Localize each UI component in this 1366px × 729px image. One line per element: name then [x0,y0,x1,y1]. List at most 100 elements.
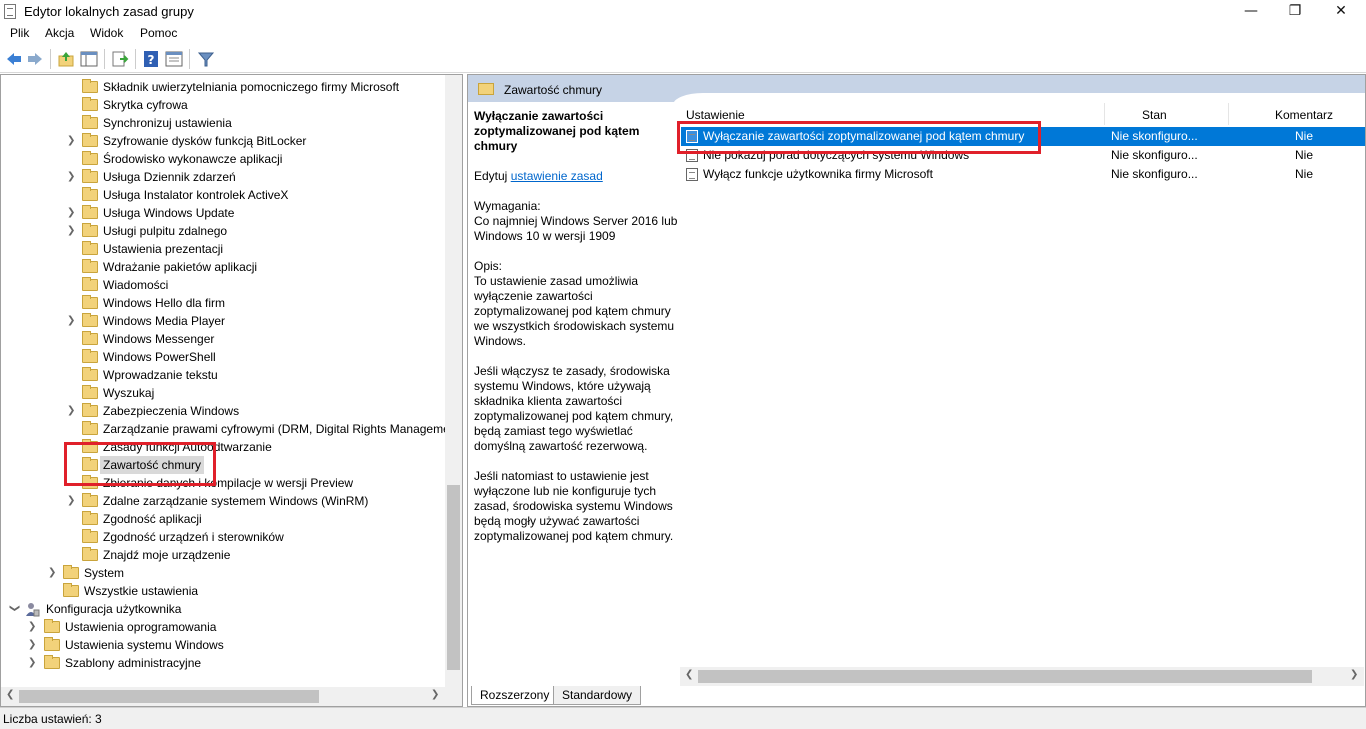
chevron-right-icon[interactable]: ❯ [28,636,38,654]
tree-item-label: Ustawienia prezentacji [103,242,224,256]
properties-icon[interactable] [165,50,183,68]
chevron-right-icon[interactable]: ❯ [67,402,77,420]
policy-setting-icon [686,168,698,181]
list-horizontal-scrollbar[interactable]: ❮ ❯ [680,667,1364,686]
chevron-right-icon[interactable]: ❯ [67,492,77,510]
menu-pomoc[interactable]: Pomoc [138,26,179,40]
restore-button[interactable]: ❐ [1272,0,1318,24]
tree-item-label: Windows PowerShell [103,350,216,364]
tree-item-label: Usługa Dziennik zdarzeń [103,170,236,184]
tree-item-label: Składnik uwierzytelniania pomocniczego f… [103,80,400,94]
forward-icon[interactable] [26,50,44,68]
chevron-right-icon[interactable]: ❯ [67,132,77,150]
toolbar-separator [50,49,51,69]
tab-extended[interactable]: Rozszerzony [471,686,559,705]
back-icon[interactable] [5,50,23,68]
chevron-right-icon[interactable]: ❯ [28,654,38,672]
tree-item-label: Zdalne zarządzanie systemem Windows (Win… [103,494,369,508]
up-folder-icon[interactable] [57,50,75,68]
edit-policy-link[interactable]: ustawienie zasad [511,169,603,183]
folder-icon [82,259,98,273]
column-divider[interactable] [1104,103,1105,125]
menu-bar: Plik Akcja Widok Pomoc [0,24,1366,44]
tree-item-label: Znajdź moje urządzenie [103,548,231,562]
scroll-left-icon[interactable]: ❮ [6,689,14,700]
folder-icon [82,385,98,399]
tree-item-label: Usługa Windows Update [103,206,235,220]
chevron-right-icon[interactable]: ❯ [67,312,77,330]
tree-item-label: Konfiguracja użytkownika [46,602,182,616]
export-list-icon[interactable] [111,50,129,68]
folder-icon [82,493,98,507]
list-row[interactable]: Wyłącz funkcje użytkownika firmy Microso… [681,165,1365,184]
minimize-button[interactable]: — [1228,0,1274,24]
scrollbar-thumb[interactable] [447,485,460,670]
folder-icon [82,331,98,345]
setting-comment: Nie [1295,129,1314,143]
scroll-right-icon[interactable]: ❯ [431,689,439,700]
chevron-right-icon[interactable]: ❯ [67,222,77,240]
console-tree[interactable]: Składnik uwierzytelniania pomocniczego f… [0,74,463,707]
chevron-right-icon[interactable]: ❯ [67,204,77,222]
view-tabs: Rozszerzony Standardowy [467,686,1366,706]
setting-state: Nie skonfiguro... [1111,129,1198,143]
tab-standard[interactable]: Standardowy [553,686,642,705]
column-comment[interactable]: Komentarz [1275,108,1333,122]
tree-item-label: Windows Media Player [103,314,226,328]
tree-item-label: Środowisko wykonawcze aplikacji [103,152,283,166]
requirements-text: Co najmniej Windows Server 2016 lub Wind… [474,214,678,243]
chevron-down-icon[interactable]: ❯ [5,604,23,614]
menu-akcja[interactable]: Akcja [43,26,76,40]
app-icon [4,4,16,19]
chevron-right-icon[interactable]: ❯ [67,168,77,186]
tree-item-label: Synchronizuj ustawienia [103,116,232,130]
chevron-right-icon[interactable]: ❯ [48,564,58,582]
setting-state: Nie skonfiguro... [1111,148,1198,162]
tree-horizontal-scrollbar[interactable]: ❮ ❯ [1,687,462,706]
close-button[interactable]: ✕ [1318,0,1364,24]
scroll-left-icon[interactable]: ❮ [685,669,693,680]
menu-plik[interactable]: Plik [8,26,31,40]
folder-icon [82,367,98,381]
scrollbar-thumb[interactable] [698,670,1312,683]
filter-icon[interactable] [197,50,215,68]
folder-icon [82,511,98,525]
user-icon [26,603,40,617]
tree-vertical-scrollbar[interactable] [445,75,462,687]
edit-line: Edytuj ustawienie zasad [474,169,679,184]
folder-icon [82,151,98,165]
tree-item-label: Zarządzanie prawami cyfrowymi (DRM, Digi… [103,422,450,436]
svg-text:?: ? [148,53,155,67]
folder-icon [82,205,98,219]
tree-item-label: Zgodność urządzeń i sterowników [103,530,284,544]
tree-item-label: Zgodność aplikacji [103,512,202,526]
tree-item-label: Szablony administracyjne [65,656,202,670]
folder-icon [82,187,98,201]
folder-icon [82,403,98,417]
tree-item-label: Wiadomości [103,278,169,292]
tree-item-label: Ustawienia oprogramowania [65,620,217,634]
folder-icon [82,349,98,363]
show-hide-tree-icon[interactable] [80,50,98,68]
description-p2: Jeśli włączysz te zasady, środowiska sys… [474,364,674,453]
scroll-right-icon[interactable]: ❯ [1350,669,1358,680]
chevron-right-icon[interactable]: ❯ [28,618,38,636]
tree-item-label: Windows Hello dla firm [103,296,226,310]
settings-count: Liczba ustawień: 3 [3,712,102,726]
extended-description: Wyłączanie zawartości zoptymalizowanej p… [474,109,679,559]
highlight-box [677,121,1041,154]
column-divider[interactable] [1228,103,1229,125]
menu-widok[interactable]: Widok [88,26,125,40]
folder-icon [44,637,60,651]
title-bar: Edytor lokalnych zasad grupy — ❐ ✕ [0,0,1366,24]
scrollbar-thumb[interactable] [19,690,319,703]
folder-icon [82,313,98,327]
tree-item-label: Szyfrowanie dysków funkcją BitLocker [103,134,307,148]
tree-item-label: Usługi pulpitu zdalnego [103,224,228,238]
column-state[interactable]: Stan [1142,108,1167,122]
help-icon[interactable]: ? [142,50,160,68]
column-setting[interactable]: Ustawienie [686,108,745,122]
tree-item-label: Wyszukaj [103,386,155,400]
folder-icon [82,115,98,129]
toolbar-separator [189,49,190,69]
